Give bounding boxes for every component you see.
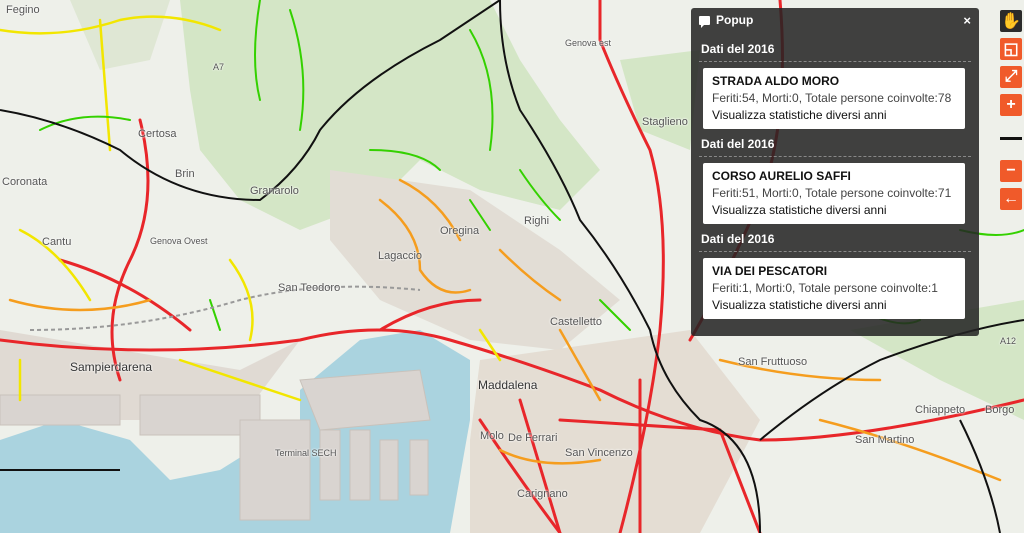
- popup-panel: Popup × Dati del 2016 STRADA ALDO MORO F…: [691, 8, 979, 336]
- street-stats: Feriti:1, Morti:0, Totale persone coinvo…: [712, 281, 938, 295]
- popup-section: Dati del 2016 CORSO AURELIO SAFFI Feriti…: [691, 133, 979, 224]
- place-label: Righi: [524, 215, 550, 227]
- place-label: Oregina: [440, 225, 480, 237]
- map-toolbar: ✋ ◱ ⤢ + − ←: [998, 10, 1024, 216]
- zoom-in-icon[interactable]: +: [1000, 94, 1022, 116]
- street-card: CORSO AURELIO SAFFI Feriti:51, Morti:0, …: [703, 163, 965, 224]
- place-label: Fegino: [6, 4, 40, 16]
- place-label: Carignano: [517, 488, 568, 500]
- place-label: Chiappeto: [915, 404, 966, 416]
- place-label: San Fruttuoso: [738, 356, 808, 368]
- street-card: VIA DEI PESCATORI Feriti:1, Morti:0, Tot…: [703, 258, 965, 319]
- place-label: San Martino: [855, 434, 915, 446]
- section-header: Dati del 2016: [699, 38, 971, 62]
- place-label: San Teodoro: [278, 282, 341, 294]
- street-stats: Feriti:54, Morti:0, Totale persone coinv…: [712, 91, 952, 105]
- hand-pan-icon[interactable]: ✋: [1000, 10, 1022, 32]
- place-label: Lagaccio: [378, 250, 423, 262]
- street-stats: Feriti:51, Morti:0, Totale persone coinv…: [712, 186, 952, 200]
- place-label: A7: [213, 62, 225, 72]
- stats-link[interactable]: Visualizza statistiche diversi anni: [712, 297, 957, 314]
- popup-header: Popup ×: [691, 8, 979, 32]
- place-label: Terminal SECH: [275, 448, 337, 458]
- place-label: Molo: [480, 430, 504, 442]
- street-card: STRADA ALDO MORO Feriti:54, Morti:0, Tot…: [703, 68, 965, 129]
- place-label: Coronata: [2, 176, 48, 188]
- place-label: De Ferrari: [508, 432, 558, 444]
- place-label: Granarolo: [250, 185, 299, 197]
- place-label: Genova Ovest: [150, 236, 208, 246]
- zoom-out-icon[interactable]: −: [1000, 160, 1022, 182]
- chat-bubble-icon: [699, 15, 710, 28]
- place-label: Maddalena: [478, 378, 538, 392]
- back-arrow-icon[interactable]: ←: [1000, 188, 1022, 210]
- toolbar-separator: [1000, 122, 1022, 154]
- close-icon[interactable]: ×: [963, 13, 971, 28]
- popup-title: Popup: [716, 13, 754, 27]
- stats-link[interactable]: Visualizza statistiche diversi anni: [712, 202, 957, 219]
- popup-section: Dati del 2016 STRADA ALDO MORO Feriti:54…: [691, 38, 979, 129]
- place-label: A12: [1000, 336, 1017, 346]
- street-name: VIA DEI PESCATORI: [712, 264, 828, 278]
- zoom-extent-icon[interactable]: ⤢: [1000, 66, 1022, 88]
- section-header: Dati del 2016: [699, 133, 971, 157]
- place-label: Certosa: [138, 128, 177, 140]
- popup-section: Dati del 2016 VIA DEI PESCATORI Feriti:1…: [691, 228, 979, 319]
- place-label: Sampierdarena: [70, 360, 153, 374]
- place-label: Genova est: [565, 38, 612, 48]
- street-name: STRADA ALDO MORO: [712, 74, 840, 88]
- select-box-icon[interactable]: ◱: [1000, 38, 1022, 60]
- section-header: Dati del 2016: [699, 228, 971, 252]
- place-label: Cantu: [42, 236, 72, 248]
- place-label: Borgo: [985, 404, 1015, 416]
- place-label: Castelletto: [550, 316, 602, 328]
- place-label: Staglieno: [642, 116, 688, 128]
- place-label: Brin: [175, 168, 195, 180]
- street-name: CORSO AURELIO SAFFI: [712, 169, 851, 183]
- stats-link[interactable]: Visualizza statistiche diversi anni: [712, 107, 957, 124]
- place-label: San Vincenzo: [565, 447, 633, 459]
